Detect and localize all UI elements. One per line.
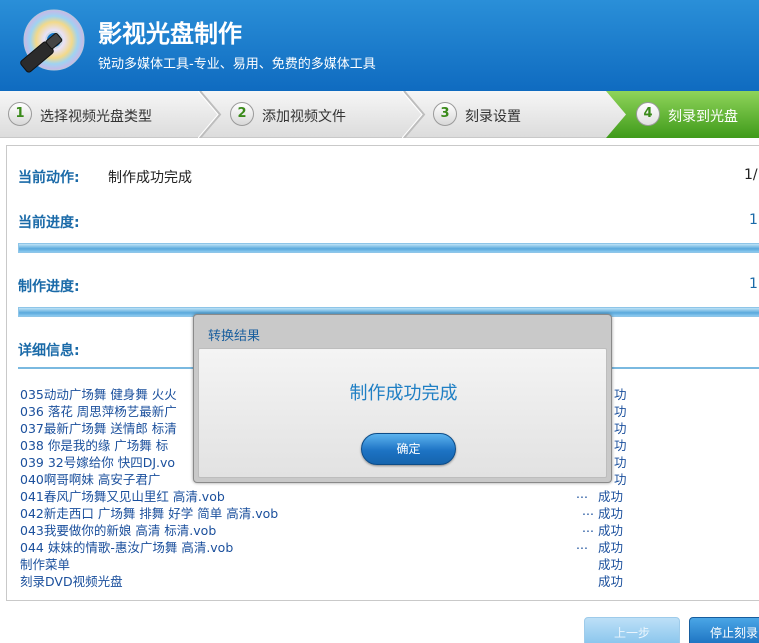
dialog-message: 制作成功完成 (349, 383, 458, 404)
current-action-count: 1/ (744, 167, 758, 183)
dialog-title: 转换结果 (208, 329, 261, 344)
step-arrow-icon (198, 91, 222, 138)
app-window: 影视光盘制作 锐动多媒体工具-专业、易用、免费的多媒体工具 1 选择视频光盘类型… (0, 0, 759, 643)
wizard-steps: 1 选择视频光盘类型 2 添加视频文件 3 刻录设置 4 刻录到光盘 (0, 91, 759, 138)
disc-logo-icon (20, 9, 85, 73)
ok-button[interactable]: 确定 (361, 433, 456, 465)
make-progress-label: 制作进度: (18, 279, 80, 295)
conversion-result-dialog: 转换结果 制作成功完成 确定 (193, 314, 612, 483)
log-dots: ... (582, 503, 594, 518)
log-dots: ... (582, 520, 594, 535)
previous-step-button[interactable]: 上一步 (584, 617, 680, 643)
current-progress-label: 当前进度: (18, 215, 80, 231)
current-action-label: 当前动作: (18, 170, 80, 186)
app-subtitle: 锐动多媒体工具-专业、易用、免费的多媒体工具 (98, 57, 376, 72)
step-number: 2 (230, 102, 254, 126)
log-row: 制作菜单 成功 (20, 554, 630, 572)
step-add-files[interactable]: 2 添加视频文件 (222, 91, 402, 138)
make-progress-percent: 1( (749, 276, 759, 292)
dialog-body: 制作成功完成 确定 (198, 348, 607, 478)
log-row: 041春风广场舞又见山里红 高清.vob... 成功 (20, 486, 630, 504)
details-label: 详细信息: (18, 343, 80, 359)
log-row: 刻录DVD视频光盘 成功 (20, 571, 630, 589)
step-arrow-icon (402, 91, 426, 138)
app-header: 影视光盘制作 锐动多媒体工具-专业、易用、免费的多媒体工具 (0, 0, 759, 91)
log-text: 刻录DVD视频光盘 (20, 574, 123, 589)
step-select-type[interactable]: 1 选择视频光盘类型 (0, 91, 200, 138)
log-status: 成功 (598, 574, 624, 589)
step-number: 4 (636, 102, 660, 126)
log-row: 044 妹妹的情歌-惠汝广场舞 高清.vob... 成功 (20, 537, 630, 555)
app-title: 影视光盘制作 (98, 20, 242, 48)
step-label: 选择视频光盘类型 (40, 109, 152, 125)
step-label: 刻录到光盘 (668, 109, 738, 125)
log-row: 042新走西口 广场舞 排舞 好学 简单 高清.vob... 成功 (20, 503, 630, 521)
step-burn-to-disc[interactable]: 4 刻录到光盘 (606, 91, 759, 138)
log-dots: ... (576, 537, 588, 552)
current-progress-bar (18, 243, 759, 253)
log-dots: ... (576, 486, 588, 501)
log-row: 043我要做你的新娘 高清 标清.vob... 成功 (20, 520, 630, 538)
current-progress-percent: 1( (749, 212, 759, 228)
stop-burn-button[interactable]: 停止刻录 (689, 617, 759, 643)
step-label: 刻录设置 (465, 109, 521, 125)
step-burn-settings[interactable]: 3 刻录设置 (425, 91, 605, 138)
current-action-value: 制作成功完成 (108, 170, 192, 186)
step-label: 添加视频文件 (262, 109, 346, 125)
step-number: 3 (433, 102, 457, 126)
step-number: 1 (8, 102, 32, 126)
